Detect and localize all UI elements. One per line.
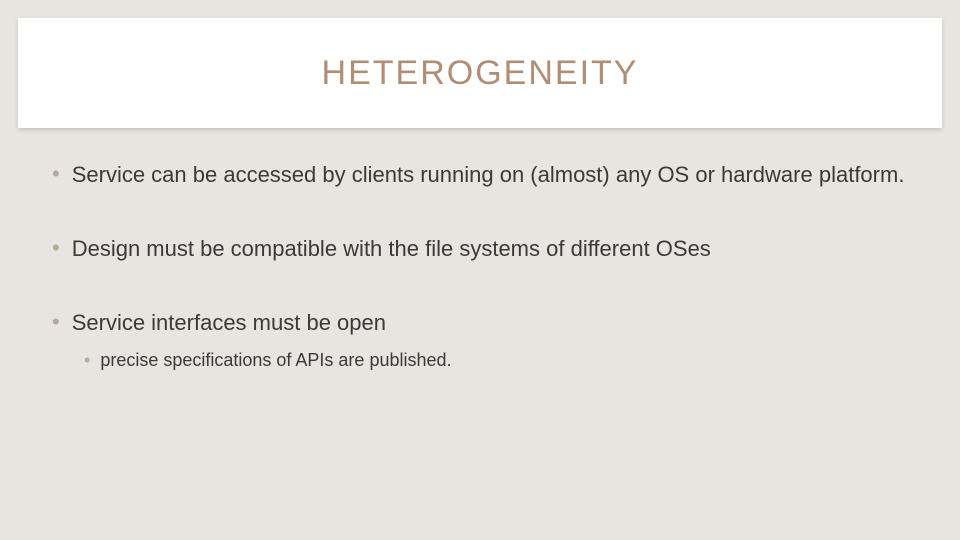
bullet-dot-icon: • xyxy=(84,348,90,372)
slide-title: HETEROGENEITY xyxy=(322,54,639,93)
bullet-item: • Design must be compatible with the fil… xyxy=(52,234,908,264)
bullet-block: • Design must be compatible with the fil… xyxy=(52,234,908,264)
title-band: HETEROGENEITY xyxy=(18,18,942,128)
slide-content: • Service can be accessed by clients run… xyxy=(52,160,908,372)
bullet-dot-icon: • xyxy=(52,234,60,262)
bullet-text: Service interfaces must be open xyxy=(72,308,386,338)
bullet-block: • Service interfaces must be open • prec… xyxy=(52,308,908,372)
bullet-item: • Service can be accessed by clients run… xyxy=(52,160,908,190)
bullet-dot-icon: • xyxy=(52,160,60,188)
sub-bullet-text: precise specifications of APIs are publi… xyxy=(100,348,451,372)
bullet-text: Service can be accessed by clients runni… xyxy=(72,160,905,190)
sub-bullet-item: • precise specifications of APIs are pub… xyxy=(84,348,908,372)
bullet-item: • Service interfaces must be open xyxy=(52,308,908,338)
bullet-dot-icon: • xyxy=(52,308,60,336)
bullet-text: Design must be compatible with the file … xyxy=(72,234,711,264)
bullet-block: • Service can be accessed by clients run… xyxy=(52,160,908,190)
